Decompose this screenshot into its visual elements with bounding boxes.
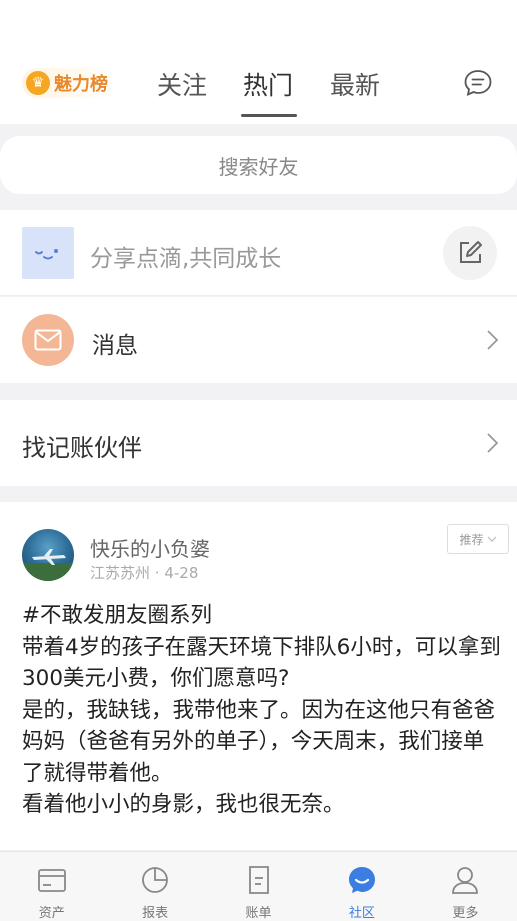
tab-following[interactable]: 关注 <box>157 66 207 102</box>
recommend-dropdown[interactable]: 推荐 <box>447 524 509 554</box>
bottom-navigation: 资产 报表 账单 社区 更多 <box>0 851 517 921</box>
find-partner-label: 找记账伙伴 <box>22 434 142 462</box>
chat-bubble-icon[interactable] <box>463 68 493 98</box>
active-tab-indicator <box>241 114 297 117</box>
chevron-down-icon <box>487 536 496 542</box>
post-date: 4-28 <box>164 564 199 582</box>
share-prompt[interactable]: 分享点滴,共同成长 <box>90 239 281 273</box>
share-row[interactable]: 分享点滴,共同成长 <box>0 210 517 296</box>
post-line: 是的，我缺钱，我带他来了。因为在这他只有爸爸妈妈（爸爸有另外的单子），今天周末，… <box>22 697 496 786</box>
charm-ranking-label: 魅力榜 <box>54 74 108 95</box>
tab-hot[interactable]: 热门 <box>243 66 293 102</box>
mail-icon <box>22 314 74 366</box>
nav-label: 社区 <box>348 906 375 921</box>
edit-icon <box>460 241 482 263</box>
post-line: #不敢发朋友圈系列 <box>22 603 213 628</box>
post-line: 看着他小小的身影，我也很无奈。 <box>22 792 345 817</box>
nav-label: 报表 <box>142 906 169 921</box>
status-bar-area <box>0 0 517 48</box>
nav-label: 更多 <box>452 906 479 921</box>
chevron-right-icon <box>487 433 499 453</box>
wallet-icon <box>37 869 66 892</box>
post-author-name[interactable]: 快乐的小负婆 <box>90 533 210 562</box>
messages-label: 消息 <box>92 333 138 359</box>
recommend-label: 推荐 <box>459 532 484 547</box>
messages-row[interactable]: 消息 <box>0 297 517 383</box>
chevron-right-icon <box>487 330 499 350</box>
tab-latest[interactable]: 最新 <box>330 66 380 102</box>
meta-separator: · <box>154 564 165 582</box>
post-location: 江苏苏州 <box>90 564 151 582</box>
nav-assets[interactable]: 资产 <box>0 852 103 921</box>
find-partner-row[interactable]: 找记账伙伴 <box>0 400 517 486</box>
post-card[interactable]: 快乐的小负婆 江苏苏州 · 4-28 推荐 #不敢发朋友圈系列 带着4岁的孩子在… <box>0 502 517 850</box>
bill-icon <box>248 866 269 894</box>
pie-chart-icon <box>142 867 169 893</box>
post-meta: 江苏苏州 · 4-28 <box>90 562 198 583</box>
nav-bills[interactable]: 账单 <box>207 852 310 921</box>
post-content: #不敢发朋友圈系列 带着4岁的孩子在露天环境下排队6小时，可以拿到300美元小费… <box>22 600 502 821</box>
nav-reports[interactable]: 报表 <box>103 852 206 921</box>
nav-label: 账单 <box>245 906 272 921</box>
post-author-avatar[interactable] <box>22 529 74 581</box>
compose-post-button[interactable] <box>443 226 497 280</box>
top-navigation: ♛ 魅力榜 关注 热门 最新 <box>0 48 517 124</box>
nav-community[interactable]: 社区 <box>310 852 413 921</box>
nav-more[interactable]: 更多 <box>414 852 517 921</box>
search-section: 搜索好友 <box>0 124 517 204</box>
nav-label: 资产 <box>38 906 65 921</box>
post-line: 带着4岁的孩子在露天环境下排队6小时，可以拿到300美元小费，你们愿意吗? <box>22 634 501 692</box>
person-icon <box>452 867 479 894</box>
community-chat-icon <box>348 867 375 893</box>
trophy-icon: ♛ <box>26 71 50 95</box>
charm-ranking-button[interactable]: ♛ 魅力榜 <box>22 68 116 98</box>
search-friends-input[interactable]: 搜索好友 <box>0 136 517 194</box>
user-avatar[interactable] <box>22 227 74 279</box>
